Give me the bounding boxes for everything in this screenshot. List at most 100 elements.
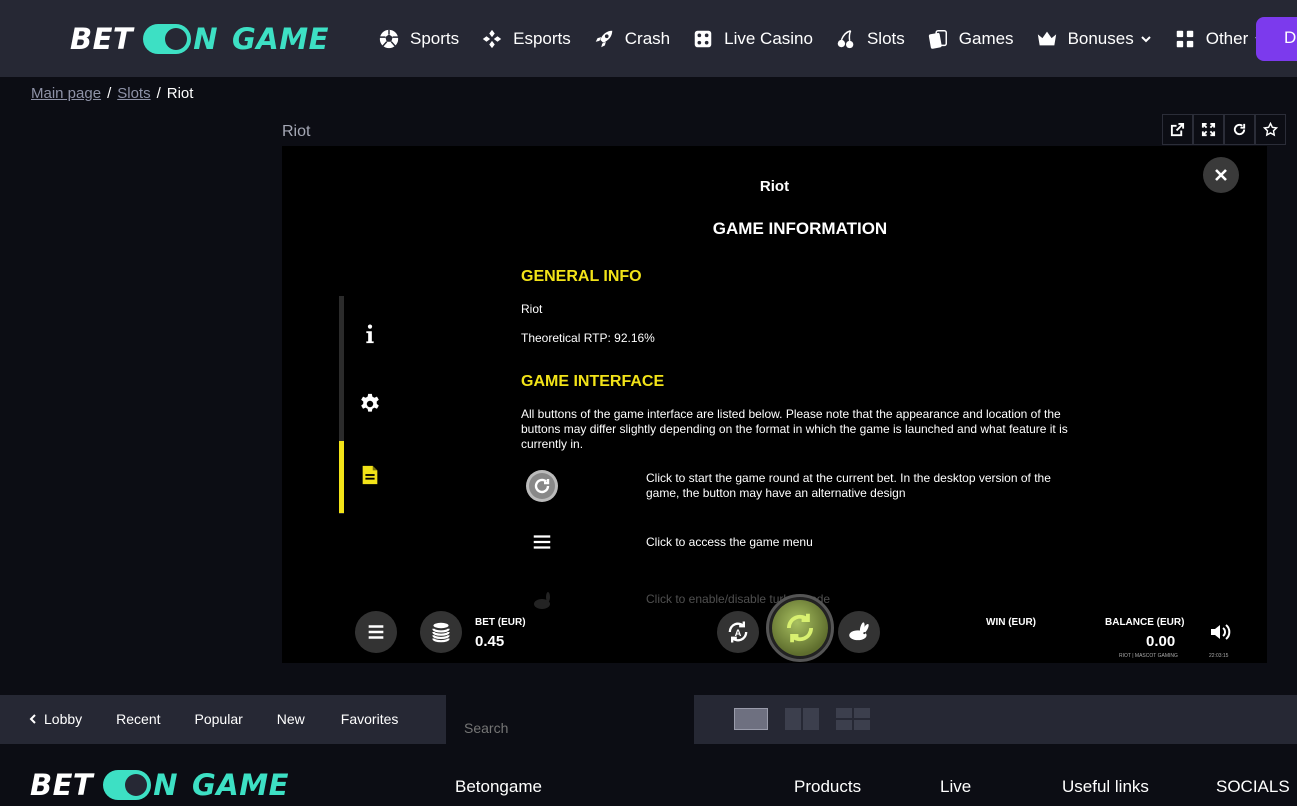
logo-game-text: GAME — [231, 22, 329, 56]
fullscreen-button[interactable] — [1193, 114, 1224, 145]
nav-slots[interactable]: Slots — [835, 26, 905, 52]
lobby-tab-new[interactable]: New — [277, 711, 305, 727]
view-double-button[interactable] — [785, 708, 819, 730]
view-tile — [854, 720, 870, 730]
menu-row-text: Click to access the game menu — [646, 535, 813, 549]
info-heading: GAME INFORMATION — [712, 219, 888, 238]
info-icon — [366, 324, 374, 344]
spin-row-icon — [525, 469, 559, 503]
tab-settings[interactable] — [357, 389, 383, 419]
view-tile — [836, 708, 852, 718]
autoplay-icon: A — [728, 621, 748, 643]
lobby-tab-favorites[interactable]: Favorites — [341, 711, 399, 727]
main-nav: Sports Esports Crash Live Casino Slots G… — [378, 26, 1288, 52]
nav-crash[interactable]: Crash — [593, 26, 670, 52]
refresh-icon — [1233, 123, 1246, 136]
turbo-row-text: Click to enable/disable turbo mode — [646, 592, 831, 606]
game-interface-text: All buttons of the game interface are li… — [521, 407, 1068, 451]
view-single-button[interactable] — [734, 708, 768, 730]
expand-icon — [1201, 122, 1216, 137]
star-icon — [1263, 122, 1278, 137]
footer-col-betongame: Betongame — [455, 777, 542, 796]
breadcrumb-separator: / — [156, 85, 161, 102]
view-single-icon — [734, 708, 768, 730]
nav-slots-label: Slots — [866, 29, 905, 48]
speaker-icon — [1211, 624, 1231, 640]
logo-bet-text: BET — [30, 768, 94, 802]
nav-bonuses[interactable]: Bonuses — [1036, 26, 1152, 52]
lobby-tab-popular[interactable]: Popular — [195, 711, 243, 727]
info-game-title: Riot — [759, 178, 790, 195]
breadcrumb-current: Riot — [166, 85, 194, 102]
nav-games[interactable]: Games — [927, 26, 1014, 52]
turbo-button[interactable] — [838, 611, 880, 653]
logo-bet-text: BET — [70, 22, 134, 56]
soccer-ball-icon — [379, 29, 399, 49]
nav-sports[interactable]: Sports — [378, 26, 459, 52]
balance-label: BALANCE (EUR) — [1105, 617, 1185, 628]
reload-button[interactable] — [1224, 114, 1255, 145]
logo-n-text: N — [153, 768, 178, 802]
view-grid-button[interactable] — [836, 708, 870, 730]
general-info-rtp: Theoretical RTP: 92.16% — [521, 331, 655, 345]
bet-selector-button[interactable] — [420, 611, 462, 653]
sound-toggle-button[interactable] — [1207, 620, 1233, 644]
chevron-down-icon — [1141, 36, 1151, 43]
search-input[interactable] — [446, 695, 694, 744]
lobby-bar: Lobby Recent Popular New Favorites — [0, 695, 1297, 744]
favorite-button[interactable] — [1255, 114, 1286, 145]
cherries-icon — [837, 30, 854, 49]
svg-text:A: A — [735, 628, 742, 638]
breadcrumb-slots-link[interactable]: Slots — [117, 85, 150, 102]
tab-rules[interactable] — [357, 460, 383, 490]
tab-info[interactable] — [357, 319, 383, 349]
spin-row-text: Click to start the game round at the cur… — [646, 471, 1051, 500]
footer-col-socials: SOCIALS — [1216, 777, 1290, 796]
external-link-icon — [1170, 122, 1185, 137]
open-new-window-button[interactable] — [1162, 114, 1193, 145]
view-tile — [785, 708, 801, 730]
logo-toggle-icon — [143, 24, 192, 54]
lobby-tab-recent[interactable]: Recent — [116, 711, 160, 727]
crown-icon — [1037, 31, 1056, 46]
hamburger-icon — [368, 625, 384, 639]
info-side-tabs — [339, 296, 419, 514]
logo-n-text: N — [193, 22, 218, 56]
turbo-row-icon — [525, 584, 559, 618]
nav-bonuses-label: Bonuses — [1067, 29, 1134, 48]
bet-value: 0.45 — [475, 633, 505, 650]
game-menu-button[interactable] — [355, 611, 397, 653]
deposit-button[interactable]: De — [1256, 17, 1297, 61]
nav-crash-label: Crash — [624, 29, 671, 48]
breadcrumb: Main page / Slots / Riot — [31, 85, 193, 102]
spin-button[interactable] — [766, 594, 834, 662]
breadcrumb-home-link[interactable]: Main page — [31, 85, 101, 102]
dice-icon — [694, 30, 712, 48]
site-logo[interactable]: BET N GAME — [70, 22, 329, 56]
rocket-icon — [595, 30, 613, 48]
autoplay-button[interactable]: A — [717, 611, 759, 653]
spin-button-face — [772, 600, 828, 656]
site-header: BET N GAME Sports Esports Crash Live Cas… — [0, 0, 1297, 77]
general-info-game-name: Riot — [521, 302, 543, 316]
general-info-heading: GENERAL INFO — [521, 268, 642, 285]
bet-label: BET (EUR) — [475, 617, 526, 628]
breadcrumb-separator: / — [107, 85, 112, 102]
nav-live-casino[interactable]: Live Casino — [692, 26, 813, 52]
gear-icon — [361, 393, 379, 412]
document-icon — [362, 465, 378, 485]
lobby-tab-lobby[interactable]: Lobby — [28, 711, 82, 727]
game-toolbar — [1162, 114, 1286, 145]
rabbit-icon — [849, 622, 869, 641]
game-clock: 22:03:15 — [1209, 653, 1229, 659]
logo-toggle-icon — [103, 770, 152, 800]
rabbit-icon — [534, 592, 550, 609]
provider-tag: RIOT | MASCOT GAMING — [1119, 653, 1178, 659]
spin-arrows-icon — [787, 613, 813, 643]
nav-esports[interactable]: Esports — [481, 26, 571, 52]
win-label: WIN (EUR) — [986, 617, 1036, 628]
footer-logo[interactable]: BET N GAME — [30, 768, 289, 802]
game-frame[interactable]: Riot GAME INFORMATION GENERAL INFO Riot … — [282, 146, 1267, 663]
balance-value: 0.00 — [1146, 633, 1176, 650]
nav-other[interactable]: Other — [1174, 26, 1267, 52]
